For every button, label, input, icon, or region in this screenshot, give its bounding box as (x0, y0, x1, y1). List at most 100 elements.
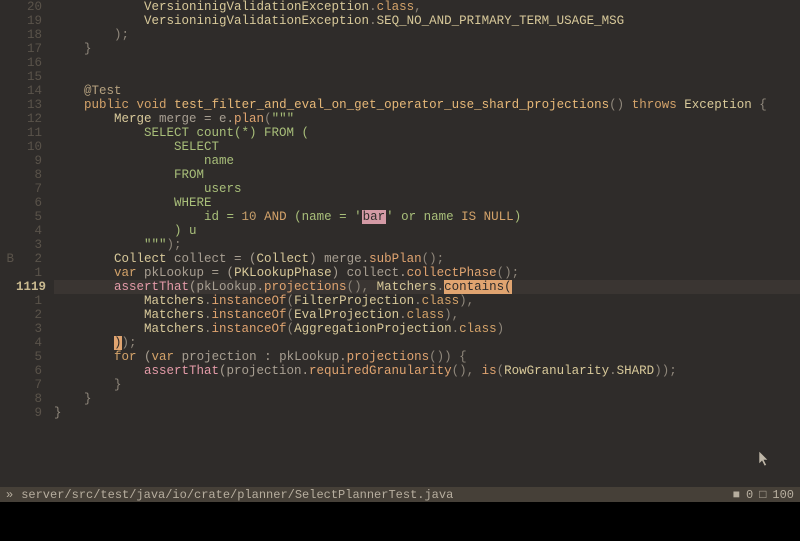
gutter-mark (0, 182, 14, 196)
gutter-mark (0, 406, 14, 420)
gutter-line-number: 3 (16, 322, 42, 336)
code-line[interactable]: id = 10 AND (name = 'bar' or name IS NUL… (54, 210, 800, 224)
code-line[interactable]: ); (54, 28, 800, 42)
gutter-line-number: 7 (16, 378, 42, 392)
gutter-line-number: 2 (16, 252, 42, 266)
diag-error-count: 0 (746, 488, 753, 502)
code-line[interactable]: } (54, 392, 800, 406)
gutter-line-number: 16 (16, 56, 42, 70)
gutter-line-number: 19 (16, 14, 42, 28)
gutter-line-number: 7 (16, 182, 42, 196)
gutter-mark (0, 98, 14, 112)
gutter-mark (0, 210, 14, 224)
gutter-mark (0, 0, 14, 14)
command-line-area[interactable] (0, 502, 800, 541)
gutter-mark (0, 126, 14, 140)
code-line[interactable]: } (54, 406, 800, 420)
gutter-mark (0, 42, 14, 56)
code-line[interactable]: users (54, 182, 800, 196)
gutter-line-number: 10 (16, 140, 42, 154)
gutter-line-number: 18 (16, 28, 42, 42)
gutter-line-number: 4 (16, 224, 42, 238)
code-line[interactable] (54, 56, 800, 70)
gutter-line-number: 9 (16, 154, 42, 168)
code-line[interactable]: )); (54, 336, 800, 350)
status-bar: » server/src/test/java/io/crate/planner/… (0, 487, 800, 502)
gutter-line-number: 12 (16, 112, 42, 126)
gutter-mark (0, 294, 14, 308)
code-line[interactable]: Collect collect = (Collect) merge.subPla… (54, 252, 800, 266)
gutter-mark (0, 392, 14, 406)
gutter-mark (0, 308, 14, 322)
gutter-mark (0, 14, 14, 28)
gutter-line-number: 15 (16, 70, 42, 84)
code-line[interactable]: ) u (54, 224, 800, 238)
gutter-mark (0, 336, 14, 350)
gutter-mark (0, 280, 14, 294)
gutter-line-number: 5 (16, 210, 42, 224)
statusbar-prefix: » (6, 488, 13, 502)
code-line[interactable]: name (54, 154, 800, 168)
code-editor[interactable]: B201918171615141312111098765432111191234… (0, 0, 800, 440)
gutter-line-number: 17 (16, 42, 42, 56)
gutter-mark (0, 364, 14, 378)
code-line[interactable] (54, 70, 800, 84)
gutter-mark (0, 266, 14, 280)
gutter-mark (0, 168, 14, 182)
gutter-mark (0, 322, 14, 336)
gutter-mark (0, 378, 14, 392)
code-line[interactable]: Merge merge = e.plan(""" (54, 112, 800, 126)
gutter-mark (0, 224, 14, 238)
gutter-line-number: 8 (16, 168, 42, 182)
gutter-line-number: 1 (16, 294, 42, 308)
statusbar-file-path: server/src/test/java/io/crate/planner/Se… (21, 488, 453, 502)
gutter-line-number: 2 (16, 308, 42, 322)
code-line[interactable]: VersioninigValidationException.class, (54, 0, 800, 14)
diag-error-icon: ■ (733, 488, 740, 502)
code-line[interactable]: VersioninigValidationException.SEQ_NO_AN… (54, 14, 800, 28)
code-line[interactable]: Matchers.instanceOf(EvalProjection.class… (54, 308, 800, 322)
gutter-mark (0, 84, 14, 98)
gutter-line-number: 8 (16, 392, 42, 406)
code-line[interactable]: } (54, 42, 800, 56)
gutter-line-number: 5 (16, 350, 42, 364)
gutter-mark (0, 56, 14, 70)
gutter-line-number: 4 (16, 336, 42, 350)
code-line[interactable]: SELECT (54, 140, 800, 154)
code-line[interactable]: assertThat(projection.requiredGranularit… (54, 364, 800, 378)
gutter-mark (0, 70, 14, 84)
code-line[interactable]: Matchers.instanceOf(FilterProjection.cla… (54, 294, 800, 308)
gutter-mark (0, 28, 14, 42)
diag-warn-count: 100 (772, 488, 794, 502)
gutter-line-number: 1 (16, 266, 42, 280)
mouse-cursor-icon (758, 450, 770, 468)
gutter-line-number: 6 (16, 196, 42, 210)
gutter-mark: B (0, 252, 14, 266)
gutter-mark (0, 112, 14, 126)
code-line[interactable]: @Test (54, 84, 800, 98)
code-line[interactable]: WHERE (54, 196, 800, 210)
gutter-mark (0, 140, 14, 154)
gutter-mark (0, 350, 14, 364)
code-line[interactable]: var pkLookup = (PKLookupPhase) collect.c… (54, 266, 800, 280)
code-line[interactable]: FROM (54, 168, 800, 182)
gutter-mark (0, 196, 14, 210)
gutter-line-number: 1119 (16, 280, 42, 294)
gutter-line-number: 3 (16, 238, 42, 252)
code-line[interactable]: assertThat(pkLookup.projections(), Match… (54, 280, 800, 294)
gutter-mark (0, 238, 14, 252)
code-line[interactable]: for (var projection : pkLookup.projectio… (54, 350, 800, 364)
gutter-line-number: 14 (16, 84, 42, 98)
code-line[interactable]: } (54, 378, 800, 392)
diag-warn-icon: □ (759, 488, 766, 502)
code-line[interactable]: """); (54, 238, 800, 252)
gutter-mark (0, 154, 14, 168)
gutter-line-number: 20 (16, 0, 42, 14)
code-line[interactable]: SELECT count(*) FROM ( (54, 126, 800, 140)
gutter-line-number: 6 (16, 364, 42, 378)
gutter-line-number: 13 (16, 98, 42, 112)
gutter-line-number: 11 (16, 126, 42, 140)
code-line[interactable]: public void test_filter_and_eval_on_get_… (54, 98, 800, 112)
code-line[interactable]: Matchers.instanceOf(AggregationProjectio… (54, 322, 800, 336)
gutter-line-number: 9 (16, 406, 42, 420)
